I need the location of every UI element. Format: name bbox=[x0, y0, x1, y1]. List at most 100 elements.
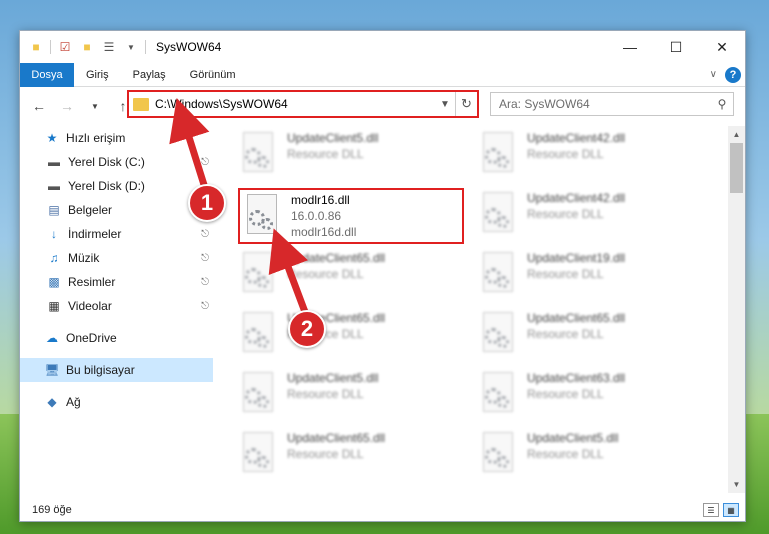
sidebar-item-label: Resimler bbox=[68, 275, 116, 289]
file-description: Resource DLL bbox=[287, 447, 364, 461]
file-item[interactable]: UpdateClient5.dll Resource DLL bbox=[235, 368, 461, 424]
scroll-up-icon[interactable]: ▲ bbox=[728, 126, 745, 143]
sidebar-item-this-pc[interactable]: 🖥 Bu bilgisayar bbox=[20, 358, 213, 382]
divider bbox=[145, 40, 146, 54]
file-item[interactable]: UpdateClient65.dll Resource DLL bbox=[235, 308, 461, 364]
tab-home[interactable]: Giriş bbox=[74, 63, 121, 87]
new-folder-icon[interactable]: ■ bbox=[79, 39, 95, 55]
sidebar-item-label: Bu bilgisayar bbox=[66, 363, 135, 377]
tab-share[interactable]: Paylaş bbox=[121, 63, 178, 87]
file-item[interactable]: UpdateClient65.dll Resource DLL bbox=[235, 248, 461, 304]
title-bar: ■ ☑ ■ ☰ ▼ SysWOW64 — ☐ ✕ bbox=[20, 31, 745, 63]
sidebar-item-drive-c[interactable]: ▬ Yerel Disk (C:) ⎋ bbox=[20, 150, 213, 174]
file-name: UpdateClient65.dll bbox=[287, 251, 386, 265]
sidebar-item-label: OneDrive bbox=[66, 331, 117, 345]
file-description: Resource DLL bbox=[287, 147, 364, 161]
scroll-down-icon[interactable]: ▼ bbox=[728, 476, 745, 493]
file-description: Resource DLL bbox=[287, 267, 364, 281]
properties-icon[interactable]: ☑ bbox=[57, 39, 73, 55]
videos-icon: ▦ bbox=[48, 299, 60, 313]
chevron-down-icon[interactable]: ▼ bbox=[435, 99, 455, 110]
file-description: Resource DLL bbox=[527, 387, 604, 401]
tab-file[interactable]: Dosya bbox=[20, 62, 74, 87]
file-name: UpdateClient63.dll bbox=[527, 371, 626, 385]
forward-arrow-icon[interactable]: → bbox=[56, 95, 78, 117]
file-description: Resource DLL bbox=[287, 387, 364, 401]
file-item[interactable]: UpdateClient5.dll Resource DLL bbox=[475, 428, 701, 484]
documents-icon: ▤ bbox=[48, 203, 60, 217]
file-explorer-window: ■ ☑ ■ ☰ ▼ SysWOW64 — ☐ ✕ Dosya Giriş Pay… bbox=[19, 30, 746, 522]
dll-file-icon bbox=[239, 312, 279, 358]
file-description: Resource DLL bbox=[527, 207, 604, 221]
step-2-badge: 2 bbox=[288, 310, 326, 348]
computer-icon: 🖥 bbox=[44, 363, 60, 377]
pin-icon: ⎋ bbox=[201, 300, 209, 312]
help-icon[interactable]: ? bbox=[725, 66, 741, 83]
sidebar-item-pictures[interactable]: ▩ Resimler ⎋ bbox=[20, 270, 213, 294]
tab-view[interactable]: Görünüm bbox=[178, 63, 248, 87]
recent-locations-icon[interactable]: ▼ bbox=[84, 95, 106, 117]
sidebar-item-videos[interactable]: ▦ Videolar ⎋ bbox=[20, 294, 213, 318]
star-icon: ★ bbox=[46, 131, 58, 145]
close-button[interactable]: ✕ bbox=[699, 31, 745, 63]
file-item[interactable]: UpdateClient63.dll Resource DLL bbox=[475, 368, 701, 424]
scroll-thumb[interactable] bbox=[730, 143, 743, 193]
back-arrow-icon[interactable]: ← bbox=[28, 95, 50, 117]
search-placeholder[interactable]: Ara: SysWOW64 bbox=[499, 97, 590, 111]
window-title: SysWOW64 bbox=[156, 40, 222, 54]
file-description: Resource DLL bbox=[527, 327, 604, 341]
file-item[interactable]: UpdateClient65.dll Resource DLL bbox=[475, 308, 701, 364]
file-item[interactable]: UpdateClient65.dll Resource DLL bbox=[235, 428, 461, 484]
address-path[interactable]: C:\Windows\SysWOW64 bbox=[155, 97, 435, 111]
navigation-pane: ★ Hızlı erişim ▬ Yerel Disk (C:) ⎋ ▬ Yer… bbox=[20, 126, 213, 493]
sidebar-item-onedrive[interactable]: ☁ OneDrive bbox=[20, 326, 213, 350]
sidebar-item-drive-d[interactable]: ▬ Yerel Disk (D:) bbox=[20, 174, 213, 198]
file-item[interactable]: UpdateClient42.dll Resource DLL bbox=[475, 128, 701, 184]
sidebar-item-documents[interactable]: ▤ Belgeler ⎋ bbox=[20, 198, 213, 222]
dll-file-icon bbox=[479, 372, 519, 418]
sidebar-item-network[interactable]: ◆ Ağ bbox=[20, 390, 213, 414]
file-description: Resource DLL bbox=[527, 447, 604, 461]
file-name: UpdateClient5.dll bbox=[287, 371, 379, 385]
dll-file-icon bbox=[479, 432, 519, 478]
maximize-button[interactable]: ☐ bbox=[653, 31, 699, 63]
minimize-button[interactable]: — bbox=[607, 31, 653, 63]
sidebar-item-music[interactable]: ♫ Müzik ⎋ bbox=[20, 246, 213, 270]
refresh-icon[interactable]: ↻ bbox=[455, 92, 477, 116]
view-buttons: ☰ ▦ bbox=[703, 503, 745, 517]
expand-ribbon-icon[interactable]: ∨ bbox=[710, 69, 717, 80]
dll-file-icon bbox=[239, 132, 279, 178]
customize-toolbar-icon[interactable]: ☰ bbox=[101, 39, 117, 55]
sidebar-item-quick-access[interactable]: ★ Hızlı erişim bbox=[20, 126, 213, 150]
file-highlight-box bbox=[238, 188, 464, 244]
item-count: 169 öğe bbox=[32, 504, 72, 516]
tiles-view-icon[interactable]: ▦ bbox=[723, 503, 739, 517]
sidebar-item-downloads[interactable]: ↓ İndirmeler ⎋ bbox=[20, 222, 213, 246]
downloads-icon: ↓ bbox=[51, 227, 57, 241]
chevron-down-icon[interactable]: ▼ bbox=[123, 39, 139, 55]
dll-file-icon bbox=[479, 252, 519, 298]
vertical-scrollbar[interactable]: ▲ ▼ bbox=[728, 126, 745, 493]
dll-file-icon bbox=[479, 132, 519, 178]
search-box[interactable]: Ara: SysWOW64 ⚲ bbox=[490, 92, 734, 116]
file-item[interactable]: UpdateClient42.dll Resource DLL bbox=[475, 188, 701, 244]
file-description: Resource DLL bbox=[527, 147, 604, 161]
folder-icon bbox=[133, 97, 149, 111]
cloud-icon: ☁ bbox=[46, 331, 58, 345]
file-name: UpdateClient65.dll bbox=[527, 311, 626, 325]
file-list: UpdateClient5.dll Resource DLL modlr16.dl… bbox=[225, 126, 735, 493]
sidebar-item-label: Hızlı erişim bbox=[66, 131, 126, 145]
file-name: UpdateClient65.dll bbox=[287, 431, 386, 445]
file-name: UpdateClient42.dll bbox=[527, 191, 626, 205]
address-bar[interactable]: C:\Windows\SysWOW64 ▼ ↻ bbox=[127, 90, 479, 118]
file-item[interactable]: UpdateClient5.dll Resource DLL bbox=[235, 128, 461, 184]
drive-icon: ▬ bbox=[48, 155, 60, 169]
details-view-icon[interactable]: ☰ bbox=[703, 503, 719, 517]
music-icon: ♫ bbox=[49, 251, 59, 265]
sidebar-item-label: Yerel Disk (D:) bbox=[68, 179, 145, 193]
divider bbox=[50, 40, 51, 54]
file-item[interactable]: UpdateClient19.dll Resource DLL bbox=[475, 248, 701, 304]
file-name: UpdateClient5.dll bbox=[527, 431, 619, 445]
